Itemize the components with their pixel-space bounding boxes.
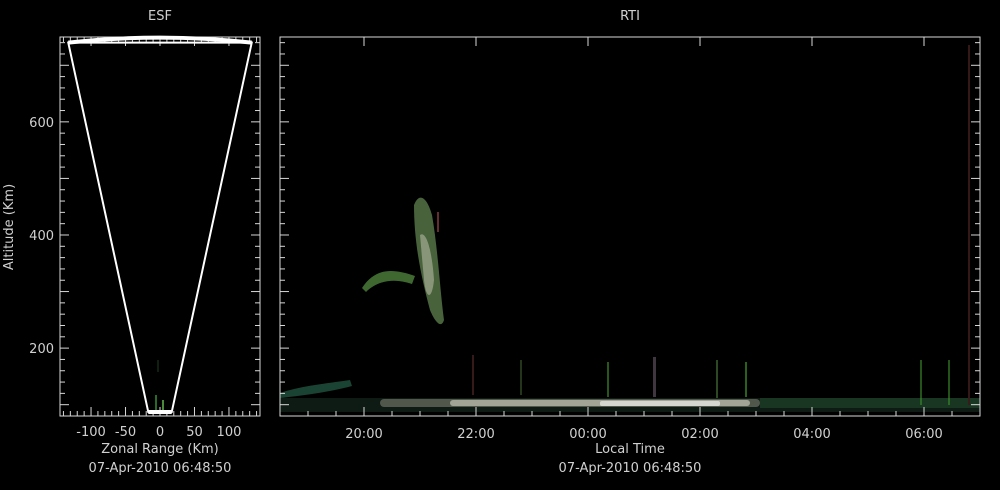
esf-timestamp: 07-Apr-2010 06:48:50 xyxy=(89,461,232,476)
rti-x-tick-label: 04:00 xyxy=(793,427,830,442)
rti-plot-frame xyxy=(279,36,981,417)
rti-timestamp: 07-Apr-2010 06:48:50 xyxy=(559,461,702,476)
esf-beam-fan xyxy=(67,41,253,414)
esf-y-tick-label: 200 xyxy=(29,342,54,357)
esf-y-axis-label: Altitude (Km) xyxy=(2,184,17,270)
esf-echo-traces xyxy=(155,360,164,410)
esf-chart: -100 -50 0 50 100 200 400 600 ESF Zonal Range (… xyxy=(2,9,981,476)
esf-y-tick-label: 400 xyxy=(29,229,54,244)
rti-x-tick-label: 06:00 xyxy=(905,427,942,442)
rti-x-tick-label: 20:00 xyxy=(345,427,382,442)
esf-x-axis-label: Zonal Range (Km) xyxy=(101,442,218,457)
esf-x-tick-label: -50 xyxy=(115,425,136,440)
rti-x-tick-label: 02:00 xyxy=(681,427,718,442)
rti-x-tick-label: 00:00 xyxy=(569,427,606,442)
rti-echo-image xyxy=(280,45,980,412)
esf-x-tick-label: -100 xyxy=(76,425,106,440)
esf-y-tick-label: 600 xyxy=(29,116,54,131)
esf-x-tick-label: 50 xyxy=(186,425,203,440)
esf-axis-ticks: -100 -50 0 50 100 200 400 600 xyxy=(29,37,260,440)
esf-x-tick-label: 100 xyxy=(217,425,242,440)
esf-title: ESF xyxy=(148,9,172,24)
rti-x-axis-label: Local Time xyxy=(595,442,665,457)
rti-x-tick-label: 22:00 xyxy=(457,427,494,442)
esf-plot-frame xyxy=(59,36,261,417)
rti-axis-ticks: 20:00 22:00 00:00 02:00 04:00 06:00 xyxy=(279,37,981,442)
esf-x-tick-label: 0 xyxy=(156,425,164,440)
rti-title: RTI xyxy=(620,9,640,24)
